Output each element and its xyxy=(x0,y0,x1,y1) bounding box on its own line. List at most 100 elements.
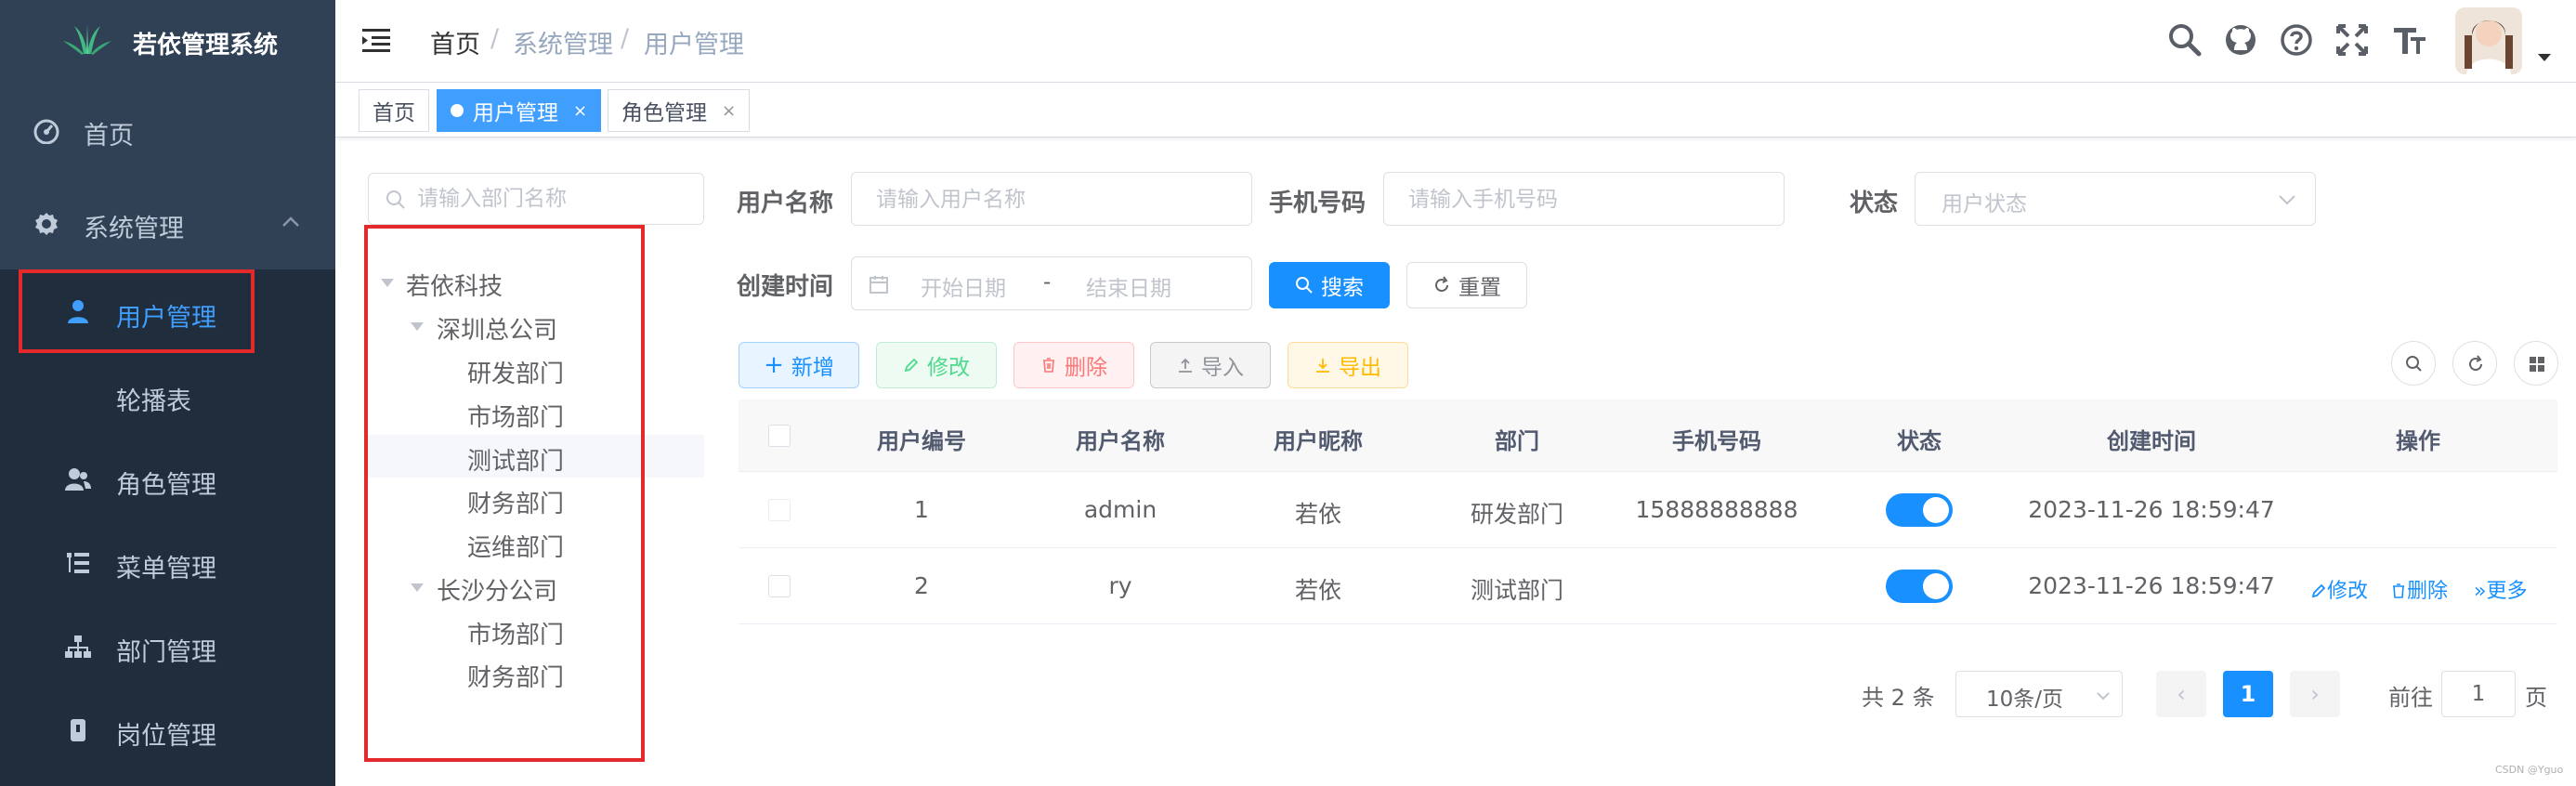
chevron-right-icon: › xyxy=(2310,681,2320,707)
table-row: 2 ry 若依 测试部门 2023-11-26 18:59:47 修改 删除 »… xyxy=(739,548,2557,624)
status-switch[interactable] xyxy=(1886,493,1953,527)
row-checkbox[interactable] xyxy=(768,575,791,597)
page-number-current[interactable]: 1 xyxy=(2223,671,2273,717)
delete-button[interactable]: 删除 xyxy=(1013,342,1134,388)
logo-title: 若依管理系统 xyxy=(133,32,279,59)
refresh-button[interactable] xyxy=(2452,341,2497,386)
end-date-placeholder[interactable]: 结束日期 xyxy=(1086,270,1171,302)
search-button[interactable]: 搜索 xyxy=(1269,262,1390,308)
github-icon[interactable] xyxy=(2223,22,2258,58)
close-icon[interactable]: × xyxy=(722,101,736,121)
breadcrumb-home[interactable]: 首页 xyxy=(430,24,480,60)
cell-dept: 测试部门 xyxy=(1470,577,1564,604)
table-header: 用户编号 用户名称 用户昵称 部门 手机号码 状态 创建时间 操作 xyxy=(739,400,2557,472)
row-checkbox xyxy=(768,499,791,521)
row-edit-link[interactable]: 修改 xyxy=(2310,574,2368,604)
edit-icon xyxy=(904,358,919,373)
trash-icon xyxy=(2393,583,2404,598)
dashboard-icon xyxy=(33,119,59,144)
font-size-icon[interactable] xyxy=(2392,22,2427,58)
plus-icon: + xyxy=(764,351,784,379)
caret-down-icon[interactable] xyxy=(2538,54,2551,61)
refresh-icon xyxy=(2469,355,2482,371)
avatar[interactable] xyxy=(2455,7,2522,74)
username-field[interactable] xyxy=(876,186,1229,214)
breadcrumb-separator: / xyxy=(621,24,630,53)
delete-button-label: 删除 xyxy=(1065,356,1107,380)
status-switch[interactable] xyxy=(1886,570,1953,603)
cell-nickname: 若依 xyxy=(1294,577,1342,604)
edit-button[interactable]: 修改 xyxy=(876,342,997,388)
username-label: 用户名称 xyxy=(737,190,834,217)
search-icon[interactable] xyxy=(2167,22,2203,58)
prev-page-button[interactable]: ‹ xyxy=(2156,671,2206,717)
post-icon xyxy=(71,719,85,741)
cell-created: 2023-11-26 18:59:47 xyxy=(2028,572,2275,599)
row-more-link[interactable]: »更多 xyxy=(2474,574,2527,604)
username-input[interactable] xyxy=(851,172,1252,226)
tag-label: 角色管理 xyxy=(621,101,707,125)
tag-users[interactable]: 用户管理 × xyxy=(437,89,602,132)
next-page-button[interactable]: › xyxy=(2290,671,2340,717)
sidebar-item-posts[interactable]: 岗位管理 xyxy=(0,689,335,773)
reset-button[interactable]: 重置 xyxy=(1406,262,1527,308)
upload-icon xyxy=(1179,358,1192,373)
chevron-down-icon xyxy=(2279,195,2295,205)
sidebar-item-menus[interactable]: 菜单管理 xyxy=(0,522,335,606)
chevron-down-icon xyxy=(2097,692,2110,701)
import-button[interactable]: 导入 xyxy=(1150,342,1271,388)
import-button-label: 导入 xyxy=(1201,356,1244,380)
sidebar-item-home[interactable]: 首页 xyxy=(0,89,335,173)
date-range-picker[interactable]: 开始日期 - 结束日期 xyxy=(851,256,1252,310)
double-arrow-right-icon: » xyxy=(2474,580,2487,603)
dept-search-field[interactable] xyxy=(417,185,686,213)
download-icon xyxy=(1316,359,1329,373)
table-row: 1 admin 若依 研发部门 15888888888 2023-11-26 1… xyxy=(739,472,2557,548)
reset-button-label: 重置 xyxy=(1458,276,1501,300)
select-all-checkbox[interactable] xyxy=(768,425,791,447)
breadcrumb-current: 用户管理 xyxy=(644,31,744,59)
cell-user-id: 1 xyxy=(914,496,929,523)
row-delete-link[interactable]: 删除 xyxy=(2390,574,2448,604)
sidebar-item-depts[interactable]: 部门管理 xyxy=(0,606,335,689)
question-icon[interactable] xyxy=(2279,22,2314,58)
status-select[interactable]: 用户状态 xyxy=(1915,172,2316,226)
dept-search-input[interactable] xyxy=(368,173,704,225)
hamburger-icon[interactable] xyxy=(362,28,390,52)
start-date-placeholder[interactable]: 开始日期 xyxy=(921,270,1006,302)
sidebar-item-label: 角色管理 xyxy=(116,471,216,500)
add-button[interactable]: + 新增 xyxy=(739,342,859,388)
jump-page-field[interactable] xyxy=(2442,672,2515,716)
highlight-box-menu xyxy=(19,269,255,353)
sidebar-item-label: 部门管理 xyxy=(116,638,216,667)
phone-input[interactable] xyxy=(1383,172,1785,226)
created-time-label: 创建时间 xyxy=(737,273,834,301)
breadcrumb-separator: / xyxy=(490,24,500,53)
jump-suffix: 页 xyxy=(2525,685,2547,711)
peoples-icon xyxy=(65,468,91,491)
tag-label: 首页 xyxy=(373,101,415,125)
trash-icon xyxy=(1043,358,1054,373)
columns-button[interactable] xyxy=(2514,341,2558,386)
sidebar-item-carousel[interactable]: 轮播表 xyxy=(0,355,335,439)
chevron-left-icon: ‹ xyxy=(2177,681,2186,707)
fullscreen-icon[interactable] xyxy=(2334,22,2370,58)
sidebar-logo[interactable]: 若依管理系统 xyxy=(0,0,335,82)
refresh-icon xyxy=(1435,276,1448,292)
status-placeholder: 用户状态 xyxy=(1942,192,2027,216)
tag-home[interactable]: 首页 xyxy=(359,89,429,132)
sidebar-item-label: 系统管理 xyxy=(84,215,184,243)
page-size-select[interactable]: 10条/页 xyxy=(1955,671,2123,717)
toggle-search-button[interactable] xyxy=(2391,341,2436,386)
export-button[interactable]: 导出 xyxy=(1288,342,1408,388)
search-icon xyxy=(2406,356,2422,372)
phone-field[interactable] xyxy=(1408,186,1761,214)
close-icon[interactable]: × xyxy=(573,101,587,121)
jump-page-input[interactable] xyxy=(2441,671,2516,717)
chevron-up-icon xyxy=(282,216,299,227)
tag-roles[interactable]: 角色管理 × xyxy=(608,89,751,132)
sidebar-item-label: 首页 xyxy=(84,122,134,151)
sidebar-item-label: 岗位管理 xyxy=(116,722,216,751)
row-delete-label: 删除 xyxy=(2407,580,2449,603)
sidebar-item-roles[interactable]: 角色管理 xyxy=(0,439,335,522)
